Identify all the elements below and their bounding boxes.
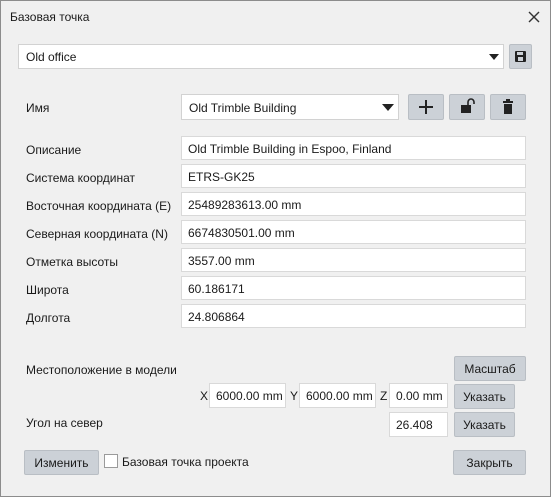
add-button[interactable] bbox=[408, 94, 444, 120]
field-value: 60.186171 bbox=[188, 282, 245, 296]
title-bar: Базовая точка bbox=[1, 1, 550, 32]
chevron-down-icon bbox=[489, 54, 499, 60]
x-field[interactable]: 6000.00 mm bbox=[209, 383, 286, 408]
description-field[interactable]: Old Trimble Building in Espoo, Finland bbox=[181, 136, 526, 160]
scale-button[interactable]: Масштаб bbox=[454, 356, 526, 381]
northing-field[interactable]: 6674830501.00 mm bbox=[181, 220, 526, 244]
dialog-window: Базовая точка Old office Имя Old Trimble… bbox=[0, 0, 551, 497]
field-label: Отметка высоты bbox=[26, 255, 119, 269]
elevation-field[interactable]: 3557.00 mm bbox=[181, 248, 526, 272]
delete-button[interactable] bbox=[490, 94, 526, 120]
lock-open-icon bbox=[461, 98, 475, 113]
close-button-label: Закрыть bbox=[466, 455, 513, 470]
name-select-value: Old Trimble Building bbox=[189, 101, 297, 115]
field-label: Северная координата (N) bbox=[26, 227, 168, 241]
z-label: Z bbox=[380, 389, 388, 403]
specify-location-button[interactable]: Указать bbox=[454, 384, 515, 409]
x-value: 6000.00 mm bbox=[216, 389, 283, 403]
specify-location-button-label: Указать bbox=[463, 389, 506, 404]
specify-north-button[interactable]: Указать bbox=[454, 412, 515, 437]
easting-field[interactable]: 25489283613.00 mm bbox=[181, 192, 526, 216]
scale-button-label: Масштаб bbox=[464, 361, 516, 376]
field-label: Описание bbox=[26, 143, 82, 157]
modify-button[interactable]: Изменить bbox=[24, 450, 99, 475]
close-icon[interactable] bbox=[523, 6, 545, 28]
preset-select[interactable]: Old office bbox=[18, 44, 504, 69]
coordinate-system-field[interactable]: ETRS-GK25 bbox=[181, 164, 526, 188]
field-value: 6674830501.00 mm bbox=[188, 226, 295, 240]
modify-button-label: Изменить bbox=[34, 455, 89, 470]
chevron-down-icon bbox=[382, 104, 394, 111]
close-button[interactable]: Закрыть bbox=[453, 450, 526, 475]
name-select[interactable]: Old Trimble Building bbox=[181, 94, 399, 120]
preset-select-value: Old office bbox=[26, 50, 77, 64]
project-basepoint-checkbox[interactable] bbox=[104, 454, 118, 468]
save-button[interactable] bbox=[509, 44, 532, 69]
y-value: 6000.00 mm bbox=[306, 389, 373, 403]
longitude-field[interactable]: 24.806864 bbox=[181, 304, 526, 328]
y-label: Y bbox=[290, 389, 299, 403]
window-title: Базовая точка bbox=[10, 10, 90, 24]
z-value: 0.00 mm bbox=[396, 389, 443, 403]
plus-icon bbox=[419, 100, 433, 114]
field-value: 3557.00 mm bbox=[188, 254, 255, 268]
field-value: 24.806864 bbox=[188, 310, 245, 324]
lock-button[interactable] bbox=[449, 94, 485, 120]
field-label: Широта bbox=[26, 283, 69, 297]
x-label: X bbox=[200, 389, 209, 403]
north-angle-field[interactable]: 26.408 bbox=[389, 412, 448, 437]
latitude-field[interactable]: 60.186171 bbox=[181, 276, 526, 300]
field-label: Долгота bbox=[26, 311, 71, 325]
field-label: Восточная координата (E) bbox=[26, 199, 172, 213]
project-basepoint-label: Базовая точка проекта bbox=[122, 455, 249, 469]
z-field[interactable]: 0.00 mm bbox=[389, 383, 448, 408]
field-value: ETRS-GK25 bbox=[188, 170, 255, 184]
trash-icon bbox=[503, 99, 513, 114]
y-field[interactable]: 6000.00 mm bbox=[299, 383, 376, 408]
north-angle-value: 26.408 bbox=[396, 418, 433, 432]
field-value: 25489283613.00 mm bbox=[188, 198, 302, 212]
name-label: Имя bbox=[26, 101, 50, 115]
model-location-label: Местоположение в модели bbox=[26, 363, 177, 377]
specify-north-button-label: Указать bbox=[463, 417, 506, 432]
field-label: Система координат bbox=[26, 171, 136, 185]
north-angle-label: Угол на север bbox=[26, 416, 103, 430]
save-icon bbox=[515, 51, 526, 62]
field-value: Old Trimble Building in Espoo, Finland bbox=[188, 142, 392, 156]
